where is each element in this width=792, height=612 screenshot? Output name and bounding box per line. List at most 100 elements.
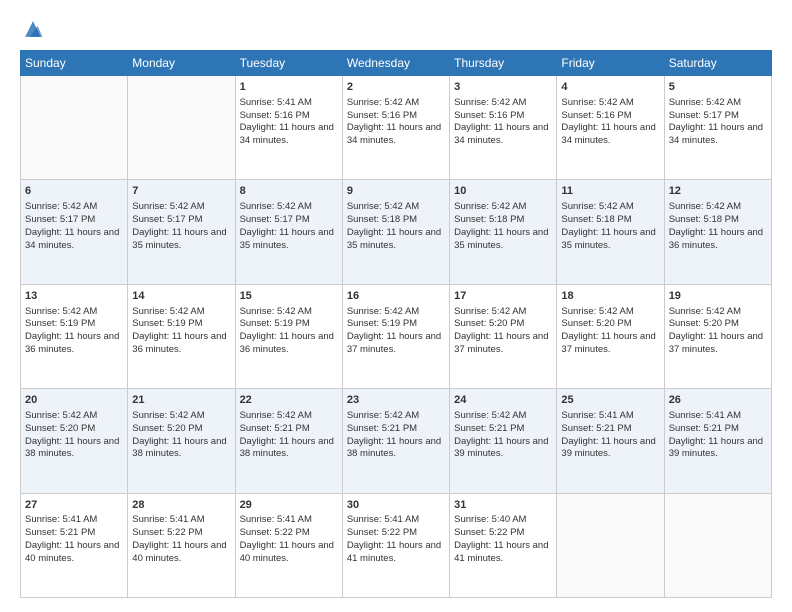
day-info: Sunset: 5:17 PM xyxy=(132,214,230,227)
calendar-cell: 8 Sunrise: 5:42 AMSunset: 5:17 PMDaylight… xyxy=(235,180,342,284)
day-info: Sunrise: 5:42 AM xyxy=(25,306,123,319)
day-info: Sunrise: 5:42 AM xyxy=(132,410,230,423)
day-info: Daylight: 11 hours and 40 minutes. xyxy=(25,540,123,566)
day-info: Sunset: 5:16 PM xyxy=(347,110,445,123)
day-info: Daylight: 11 hours and 34 minutes. xyxy=(561,122,659,148)
day-number: 18 xyxy=(561,289,659,304)
day-info: Sunset: 5:16 PM xyxy=(454,110,552,123)
day-info: Sunrise: 5:41 AM xyxy=(25,514,123,527)
day-info: Sunset: 5:17 PM xyxy=(669,110,767,123)
logo xyxy=(20,18,50,40)
day-info: Daylight: 11 hours and 38 minutes. xyxy=(240,436,338,462)
calendar-cell: 24Sunrise: 5:42 AMSunset: 5:21 PMDayligh… xyxy=(450,389,557,493)
day-number: 6 xyxy=(25,184,123,199)
day-number: 22 xyxy=(240,393,338,408)
day-info: Daylight: 11 hours and 38 minutes. xyxy=(132,436,230,462)
calendar-week-row: 6Sunrise: 5:42 AMSunset: 5:17 PMDaylight… xyxy=(21,180,772,284)
calendar-cell xyxy=(128,76,235,180)
calendar-week-row: 20Sunrise: 5:42 AMSunset: 5:20 PMDayligh… xyxy=(21,389,772,493)
day-info: Sunset: 5:22 PM xyxy=(132,527,230,540)
day-number: 15 xyxy=(240,289,338,304)
day-info: Sunset: 5:22 PM xyxy=(454,527,552,540)
day-info: Sunrise: 5:42 AM xyxy=(454,97,552,110)
calendar-cell: 27Sunrise: 5:41 AMSunset: 5:21 PMDayligh… xyxy=(21,493,128,597)
calendar-cell: 12 Sunrise: 5:42 AMSunset: 5:18 PMDayligh… xyxy=(664,180,771,284)
day-number: 3 xyxy=(454,80,552,95)
day-info: Daylight: 11 hours and 34 minutes. xyxy=(669,122,767,148)
calendar-cell: 19Sunrise: 5:42 AMSunset: 5:20 PMDayligh… xyxy=(664,284,771,388)
day-info: Daylight: 11 hours and 35 minutes. xyxy=(240,227,338,253)
day-number: 8 xyxy=(240,184,338,199)
calendar-cell: 7Sunrise: 5:42 AMSunset: 5:17 PMDaylight… xyxy=(128,180,235,284)
day-number: 16 xyxy=(347,289,445,304)
day-info: Sunrise: 5:42 AM xyxy=(454,410,552,423)
header-monday: Monday xyxy=(128,51,235,76)
header xyxy=(20,18,772,40)
day-info: Daylight: 11 hours and 37 minutes. xyxy=(561,331,659,357)
day-info: Sunset: 5:19 PM xyxy=(347,318,445,331)
day-info: Daylight: 11 hours and 39 minutes. xyxy=(454,436,552,462)
day-number: 12 xyxy=(669,184,767,199)
calendar-cell: 10Sunrise: 5:42 AMSunset: 5:18 PMDayligh… xyxy=(450,180,557,284)
day-info: Daylight: 11 hours and 35 minutes. xyxy=(561,227,659,253)
day-info: Daylight: 11 hours and 36 minutes. xyxy=(669,227,767,253)
logo-icon xyxy=(22,18,44,40)
calendar-cell: 17Sunrise: 5:42 AMSunset: 5:20 PMDayligh… xyxy=(450,284,557,388)
day-info: Sunset: 5:18 PM xyxy=(669,214,767,227)
day-info: Sunset: 5:16 PM xyxy=(561,110,659,123)
day-number: 11 xyxy=(561,184,659,199)
day-info: Daylight: 11 hours and 34 minutes. xyxy=(454,122,552,148)
day-info: Daylight: 11 hours and 37 minutes. xyxy=(347,331,445,357)
day-info: Sunset: 5:18 PM xyxy=(454,214,552,227)
day-info: Sunrise: 5:42 AM xyxy=(240,201,338,214)
day-number: 31 xyxy=(454,498,552,513)
calendar-cell xyxy=(557,493,664,597)
day-info: Daylight: 11 hours and 36 minutes. xyxy=(132,331,230,357)
day-info: Daylight: 11 hours and 34 minutes. xyxy=(240,122,338,148)
day-info: Sunset: 5:16 PM xyxy=(240,110,338,123)
day-info: Sunrise: 5:42 AM xyxy=(25,201,123,214)
day-info: Sunrise: 5:42 AM xyxy=(240,306,338,319)
calendar-cell: 23Sunrise: 5:42 AMSunset: 5:21 PMDayligh… xyxy=(342,389,449,493)
day-info: Sunrise: 5:40 AM xyxy=(454,514,552,527)
calendar-cell: 13Sunrise: 5:42 AMSunset: 5:19 PMDayligh… xyxy=(21,284,128,388)
calendar-cell xyxy=(21,76,128,180)
day-info: Sunrise: 5:42 AM xyxy=(132,306,230,319)
calendar-cell: 6Sunrise: 5:42 AMSunset: 5:17 PMDaylight… xyxy=(21,180,128,284)
calendar-table: Sunday Monday Tuesday Wednesday Thursday… xyxy=(20,50,772,598)
day-number: 21 xyxy=(132,393,230,408)
day-number: 30 xyxy=(347,498,445,513)
day-info: Sunrise: 5:41 AM xyxy=(132,514,230,527)
day-info: Sunrise: 5:42 AM xyxy=(25,410,123,423)
day-info: Sunset: 5:17 PM xyxy=(240,214,338,227)
day-info: Sunrise: 5:42 AM xyxy=(454,306,552,319)
day-info: Sunset: 5:21 PM xyxy=(454,423,552,436)
calendar-cell: 4Sunrise: 5:42 AMSunset: 5:16 PMDaylight… xyxy=(557,76,664,180)
calendar-week-row: 27Sunrise: 5:41 AMSunset: 5:21 PMDayligh… xyxy=(21,493,772,597)
day-info: Sunset: 5:21 PM xyxy=(561,423,659,436)
day-info: Sunrise: 5:42 AM xyxy=(454,201,552,214)
day-number: 20 xyxy=(25,393,123,408)
day-info: Daylight: 11 hours and 36 minutes. xyxy=(240,331,338,357)
day-info: Daylight: 11 hours and 34 minutes. xyxy=(347,122,445,148)
day-info: Sunrise: 5:41 AM xyxy=(347,514,445,527)
day-number: 5 xyxy=(669,80,767,95)
page: Sunday Monday Tuesday Wednesday Thursday… xyxy=(0,0,792,612)
header-friday: Friday xyxy=(557,51,664,76)
day-info: Sunrise: 5:41 AM xyxy=(240,97,338,110)
day-info: Sunrise: 5:42 AM xyxy=(240,410,338,423)
day-number: 1 xyxy=(240,80,338,95)
day-info: Sunset: 5:19 PM xyxy=(25,318,123,331)
day-info: Sunrise: 5:42 AM xyxy=(669,201,767,214)
day-info: Sunset: 5:21 PM xyxy=(347,423,445,436)
day-info: Sunrise: 5:41 AM xyxy=(669,410,767,423)
day-info: Sunset: 5:20 PM xyxy=(132,423,230,436)
day-info: Daylight: 11 hours and 39 minutes. xyxy=(669,436,767,462)
calendar-cell: 15Sunrise: 5:42 AMSunset: 5:19 PMDayligh… xyxy=(235,284,342,388)
day-info: Sunrise: 5:42 AM xyxy=(561,97,659,110)
day-info: Daylight: 11 hours and 40 minutes. xyxy=(132,540,230,566)
calendar-cell: 5Sunrise: 5:42 AMSunset: 5:17 PMDaylight… xyxy=(664,76,771,180)
calendar-cell: 25Sunrise: 5:41 AMSunset: 5:21 PMDayligh… xyxy=(557,389,664,493)
day-info: Daylight: 11 hours and 40 minutes. xyxy=(240,540,338,566)
day-info: Daylight: 11 hours and 37 minutes. xyxy=(454,331,552,357)
